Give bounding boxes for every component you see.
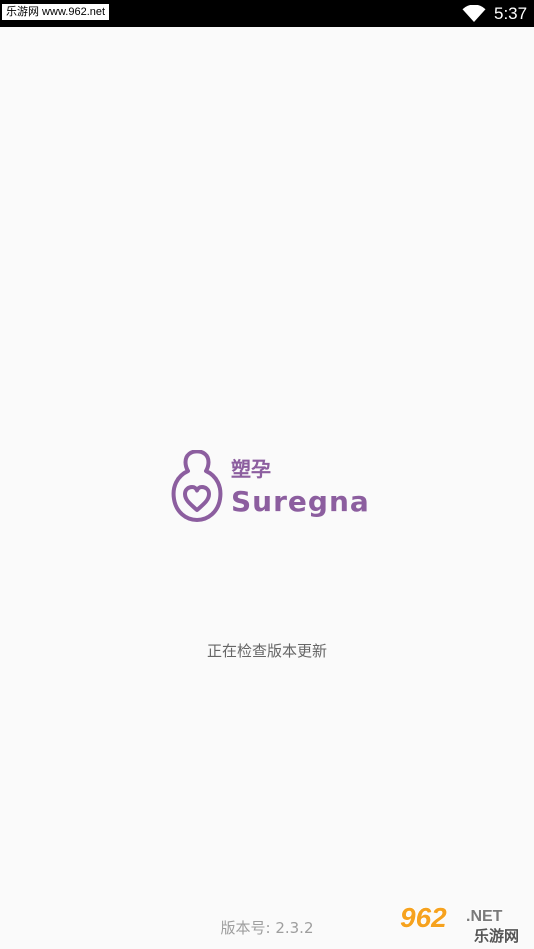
site-watermark-logo: 962 .NET 乐游网 <box>399 901 519 945</box>
update-check-status: 正在检查版本更新 <box>206 642 327 660</box>
watermark-digits: 962 <box>400 902 447 933</box>
site-tag: 乐游网 www.962.net <box>2 4 110 20</box>
watermark-cn: 乐游网 <box>474 927 519 945</box>
wifi-icon <box>462 5 486 22</box>
status-bar: 乐游网 www.962.net 5:37 <box>0 0 534 27</box>
pear-heart-logo-icon <box>171 450 223 522</box>
logo-chinese-name: 塑孕 <box>231 457 271 481</box>
logo-english-name: Suregna <box>231 485 370 518</box>
status-clock: 5:37 <box>494 4 528 23</box>
watermark-suffix: .NET <box>466 908 503 925</box>
app-logo: 塑孕 Suregna <box>170 450 370 528</box>
